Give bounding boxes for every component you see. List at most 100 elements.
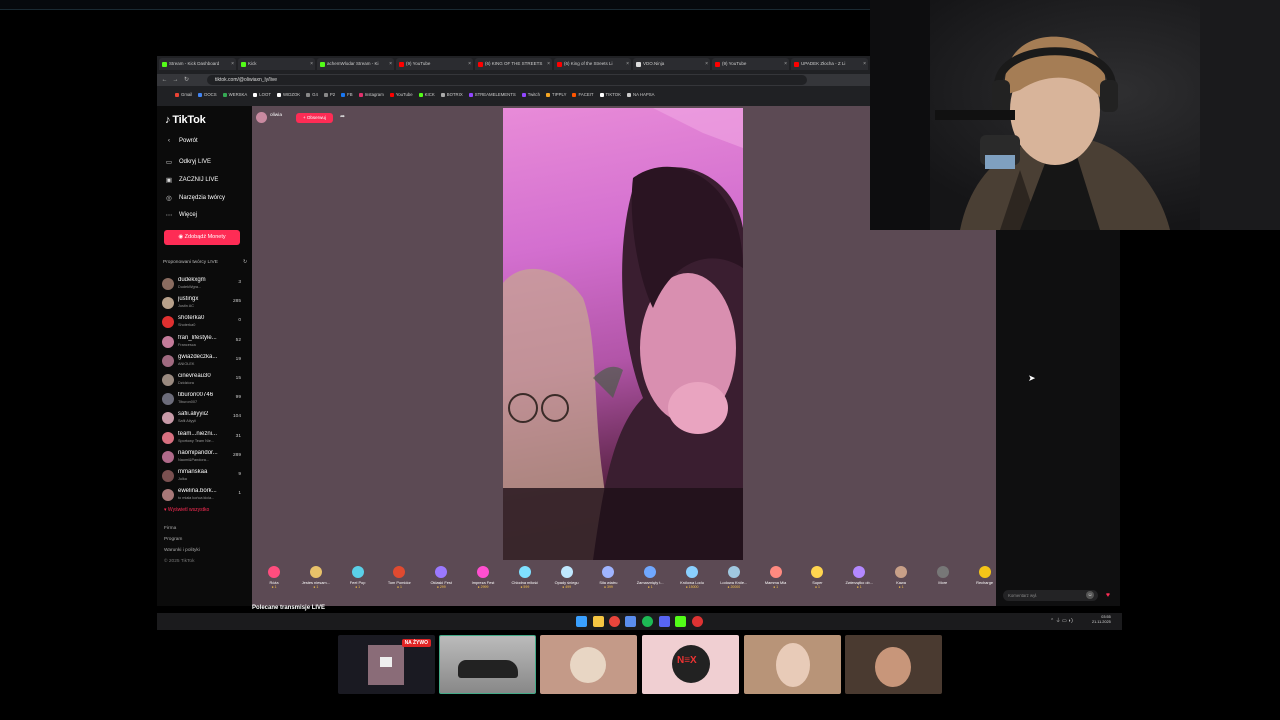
bookmark[interactable]: DOCS [198, 92, 217, 97]
creator-item[interactable]: safii.aliyyii2 Safii Aliyyii 104 [162, 410, 247, 428]
close-tab-icon[interactable]: × [547, 58, 550, 70]
gift-item[interactable]: Kawa ● 1 [881, 560, 921, 596]
bookmark[interactable]: G4 [306, 92, 318, 97]
gift-item[interactable]: Chłodna miłość ● 599 [505, 560, 545, 596]
reload-icon[interactable]: ↻ [182, 74, 191, 86]
close-tab-icon[interactable]: × [863, 58, 866, 70]
host-name[interactable]: oliwia [270, 113, 282, 118]
creator-item[interactable]: team...niezni... Sportowy Team Nie... 31 [162, 430, 247, 448]
like-heart-icon[interactable]: ♥ [1102, 590, 1114, 601]
footer-link[interactable]: Warunki i polityki [164, 548, 200, 553]
nav-discover-live[interactable]: ▭ Odkryj LIVE [165, 158, 211, 166]
creator-item[interactable]: naomipandor... Naomi&Pandora... 289 [162, 449, 247, 467]
file-explorer-icon[interactable] [593, 616, 604, 627]
creator-item[interactable]: ewelina.bork... to miała końca kicia... 1 [162, 487, 247, 505]
live-video[interactable] [503, 108, 743, 560]
gift-item[interactable]: Impreza Fest ● 2999 [463, 560, 503, 596]
gift-item[interactable]: Lodowa Króle... ● 20000 [714, 560, 754, 596]
bookmark[interactable]: P2 [323, 92, 335, 97]
bookmark[interactable]: Gmail [175, 92, 192, 97]
thumbnail-people[interactable] [845, 635, 942, 694]
close-tab-icon[interactable]: × [784, 58, 787, 70]
gift-item[interactable]: More [923, 560, 963, 596]
bookmark[interactable]: WERSKA [222, 92, 247, 97]
creator-item[interactable]: mmanskaa Julka 9 [162, 468, 247, 486]
gift-item[interactable]: Feel Pop ● 1 [338, 560, 378, 596]
bookmark[interactable]: WIDZOK [276, 92, 300, 97]
refresh-icon[interactable]: ↻ [243, 260, 247, 265]
forward-arrow-icon[interactable]: → [171, 74, 180, 86]
gift-item[interactable]: Róża ● 1 [254, 560, 294, 596]
nav-more[interactable]: ⋯ Więcej [165, 211, 197, 219]
start-icon[interactable] [576, 616, 587, 627]
gift-item[interactable]: Królowa Lodu ● 15000 [672, 560, 712, 596]
back-arrow-icon[interactable]: ← [160, 74, 169, 86]
close-tab-icon[interactable]: × [389, 58, 392, 70]
creator-item[interactable]: gwiazdeczka... ANIOLEK 19 [162, 353, 247, 371]
close-tab-icon[interactable]: × [626, 58, 629, 70]
creator-item[interactable]: tiburon00746 Tiburon007 99 [162, 391, 247, 409]
bookmark[interactable]: TIPPLY [545, 92, 566, 97]
browser-tab[interactable]: UPADEK Złocha - Z Li × [791, 58, 868, 70]
creator-item[interactable]: dudekxgm DudekWgra... 3 [162, 276, 247, 294]
show-all-link[interactable]: ▾ Wyświetl wszystko [164, 507, 209, 513]
bookmark[interactable]: NA HAPSA [626, 92, 654, 97]
gift-item[interactable]: Zamarznięty t... ● 1 [630, 560, 670, 596]
gift-item[interactable]: Zwierzątko ob... ● 1 [839, 560, 879, 596]
gift-item[interactable]: Oklaski Fest ● 299 [421, 560, 461, 596]
bookmark[interactable]: TIKTOK [599, 92, 621, 97]
host-avatar[interactable] [256, 112, 267, 123]
close-tab-icon[interactable]: × [231, 58, 234, 70]
comment-input[interactable]: Komentarz wył. [1003, 590, 1098, 601]
creator-item[interactable]: fran_lifestyle... Francesca 52 [162, 334, 247, 352]
gift-item[interactable]: Siła wiatru ● 399 [588, 560, 628, 596]
gift-item[interactable]: Opady śniegu ● 499 [547, 560, 587, 596]
browser-tab[interactable]: Stream - Kick Dashboard × [159, 58, 236, 70]
gift-item[interactable]: Jestes niesam... ● 1 [296, 560, 336, 596]
follow-button[interactable]: + Obserwuj [296, 113, 333, 123]
obs-icon[interactable] [692, 616, 703, 627]
creator-item[interactable]: justingx Justin AC 285 [162, 295, 247, 313]
tiktok-logo[interactable]: ♪ TikTok [165, 114, 206, 126]
spotify-icon[interactable] [642, 616, 653, 627]
close-tab-icon[interactable]: × [310, 58, 313, 70]
bookmark[interactable]: LOOT [253, 92, 271, 97]
back-link[interactable]: ‹ Powrót [165, 137, 198, 144]
gift-item[interactable]: Super ● 1 [797, 560, 837, 596]
gift-item[interactable]: Tom Pomidor ● 1 [379, 560, 419, 596]
creator-item[interactable]: shoterka0 Shoterka0 0 [162, 314, 247, 332]
nav-creator-tools[interactable]: ◎ Narzędzia twórcy [165, 194, 225, 202]
bookmark[interactable]: FB [341, 92, 353, 97]
url-field[interactable]: tiktok.com/@oliwiaxn_ly/live [207, 75, 807, 85]
gift-item[interactable]: Mamma Mia ● 1 [756, 560, 796, 596]
browser-tab[interactable]: achemWlodar Stream - Ki × [317, 58, 394, 70]
bookmark[interactable]: KICK [418, 92, 435, 97]
steam-icon[interactable] [625, 616, 636, 627]
bookmark[interactable]: FACEIT [572, 92, 594, 97]
browser-tab[interactable]: (9) YouTube × [712, 58, 789, 70]
browser-tab[interactable]: VDO.Ninja × [633, 58, 710, 70]
thumbnail-face[interactable] [744, 635, 841, 694]
footer-link[interactable]: Firma [164, 526, 176, 531]
bookmark[interactable]: Instagram [358, 92, 384, 97]
nav-start-live[interactable]: ▣ ZACZNIJ LIVE [165, 176, 218, 184]
close-tab-icon[interactable]: × [468, 58, 471, 70]
share-icon[interactable]: ➦ [340, 113, 345, 120]
thumbnail-car[interactable] [439, 635, 536, 694]
close-tab-icon[interactable]: × [705, 58, 708, 70]
bookmark[interactable]: YouTube [389, 92, 413, 97]
browser-tab[interactable]: (6) KING OF THE STREETS × [475, 58, 552, 70]
bookmark[interactable]: BOTRIX [440, 92, 463, 97]
bookmark[interactable]: Twitch [521, 92, 540, 97]
bookmark[interactable]: STREAMELEMENTS [468, 92, 516, 97]
tray-icons[interactable]: ⌃ ⏚ ▭ ◗) [1050, 617, 1073, 624]
thumbnail-screen[interactable]: NA ŻYWO [338, 635, 435, 694]
discord-icon[interactable] [659, 616, 670, 627]
get-coins-button[interactable]: ◉ Zdobądź Monety [164, 230, 240, 245]
creator-item[interactable]: cinevreau30 Dzidziora 15 [162, 372, 247, 390]
thumbnail-food[interactable] [540, 635, 637, 694]
browser-tab[interactable]: (9) YouTube × [396, 58, 473, 70]
thumbnail-logo[interactable]: N≡X [642, 635, 739, 694]
browser-tab[interactable]: Kick × [238, 58, 315, 70]
footer-link[interactable]: Program [164, 537, 182, 542]
